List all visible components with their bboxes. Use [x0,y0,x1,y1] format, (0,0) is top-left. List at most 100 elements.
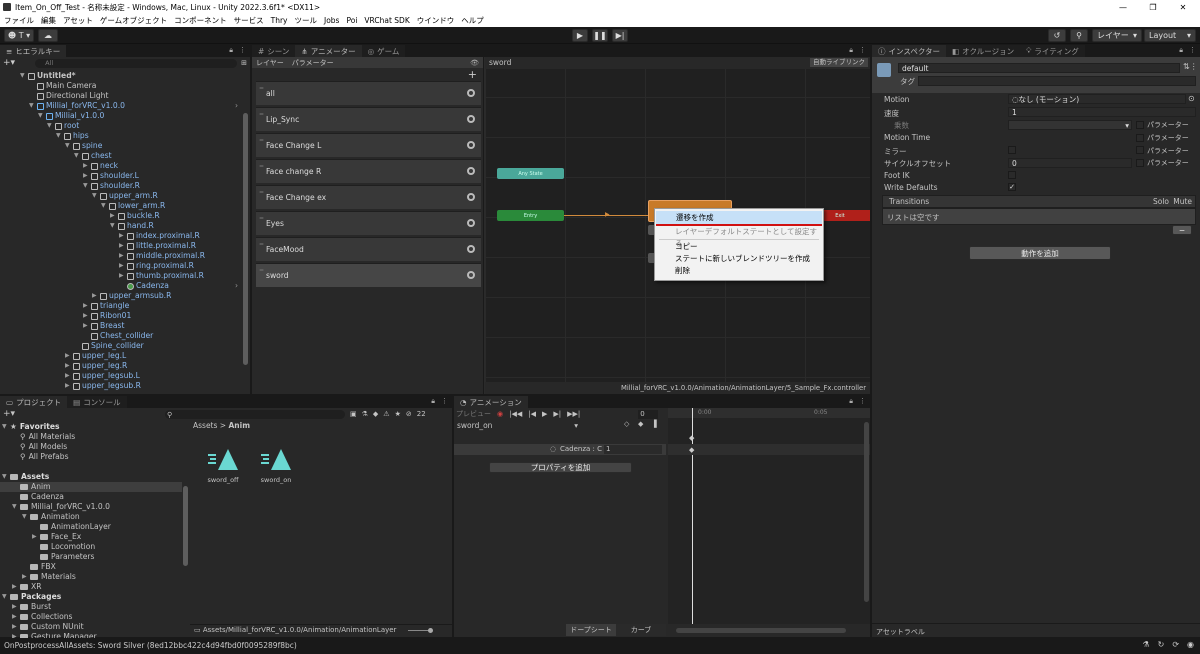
project-tree-item[interactable]: ▼ Animation [0,512,182,522]
caret-right-icon[interactable]: ▶ [119,231,127,241]
timeline-ruler[interactable]: 0:00 0:05 [668,408,870,418]
timeline-hscroll[interactable] [676,628,846,633]
last-key-icon[interactable]: ▶▶| [567,410,580,418]
hierarchy-item[interactable]: ▶ upper_legsub.L [0,371,250,381]
layer-item[interactable]: = sword [256,263,481,287]
search-icon[interactable]: ⚲ [1070,29,1088,42]
first-key-icon[interactable]: |◀◀ [509,410,522,418]
caret-down-icon[interactable]: ▼ [74,151,82,161]
menu-item-5[interactable]: サービス [234,15,264,26]
tab-console[interactable]: ▤ コンソール [67,396,127,408]
project-tree-item[interactable]: ▶ Collections [0,612,182,622]
layer-item[interactable]: = Face change R [256,159,481,183]
type-filter-icon[interactable]: ⚗ [362,410,368,418]
caret-down-icon[interactable]: ▼ [110,221,118,231]
hierarchy-item[interactable]: ▶ upper_leg.R [0,361,250,371]
menu-item-12[interactable]: ヘルプ [461,15,484,26]
project-tree-item[interactable]: ▶ Custom NUnit [0,622,182,632]
caret-down-icon[interactable]: ▼ [38,111,46,121]
pause-icon[interactable]: ❚❚ [592,29,608,42]
caret-down-icon[interactable]: ▼ [92,191,100,201]
next-key-icon[interactable]: ▶| [553,410,561,418]
caret-down-icon[interactable]: ▼ [12,502,20,512]
tab-inspector[interactable]: ⓘ インスペクター [872,45,947,57]
project-tree-item[interactable]: ⚲ All Materials [0,432,182,442]
project-tree-scrollbar[interactable] [183,486,188,566]
tab-game[interactable]: ◎ ゲーム [361,45,406,57]
tab-scene[interactable]: # シーン [252,45,296,57]
keyframe-icon[interactable]: ◆ [689,434,694,442]
tab-project[interactable]: ▭ プロジェクト [0,396,68,408]
scene-icon[interactable]: ▣ [350,410,357,418]
hierarchy-item[interactable]: ▶ Ribon01 [0,311,250,321]
curves-button[interactable]: カーブ [616,624,666,636]
cycle-param-checkbox[interactable] [1136,159,1144,167]
caret-right-icon[interactable]: ▶ [119,241,127,251]
project-tree-item[interactable]: ⚲ All Prefabs [0,452,182,462]
menu-item-11[interactable]: ウインドウ [417,15,455,26]
project-tree-item[interactable]: ⚲ All Models [0,442,182,452]
cloud-icon[interactable]: ☁ [38,29,58,42]
menu-item-10[interactable]: VRChat SDK [364,16,409,25]
write-defaults-checkbox[interactable]: ✓ [1008,183,1016,191]
project-tree-header[interactable]: ▼ Assets [0,472,182,482]
caret-right-icon[interactable]: ▶ [65,381,73,391]
hierarchy-item[interactable]: ▼ hand.R [0,221,250,231]
play-icon[interactable]: ▶ [542,410,547,418]
entry-node[interactable]: Entry [497,210,564,221]
hierarchy-item[interactable]: ▶ upper_armsub.R [0,291,250,301]
menu-item-2[interactable]: アセット [63,15,93,26]
hierarchy-item[interactable]: ▶ thumb.proximal.R [0,271,250,281]
preview-button[interactable]: プレビュー [456,409,491,419]
caret-right-icon[interactable]: ▶ [119,271,127,281]
drag-handle-icon[interactable]: = [259,267,264,274]
star-icon[interactable]: ★ [395,410,401,418]
menu-item-set-default[interactable]: レイヤーデフォルトステートとして設定する [655,226,823,248]
tab-hierarchy[interactable]: ≡ ヒエラルキー [0,45,67,57]
menu-item-9[interactable]: Poi [346,16,357,25]
caret-right-icon[interactable]: ▶ [83,301,91,311]
tab-layers[interactable]: レイヤー [256,58,284,68]
hierarchy-item[interactable]: ▶ upper_legsub.R [0,381,250,391]
layer-item[interactable]: = Lip_Sync [256,107,481,131]
tag-field[interactable] [918,76,1196,86]
property-value-field[interactable]: 1 [604,445,662,454]
caret-right-icon[interactable]: ▶ [32,532,40,542]
hierarchy-item[interactable]: ▶ index.proximal.R [0,231,250,241]
gear-icon[interactable] [467,115,475,123]
menu-item-8[interactable]: Jobs [324,16,339,25]
caret-down-icon[interactable]: ▼ [47,121,55,131]
project-tree-header[interactable]: ▼ ★ Favorites [0,422,182,432]
caret-right-icon[interactable]: ▶ [12,612,20,622]
layers-dropdown[interactable]: レイヤー ▾ [1092,29,1142,42]
maximize-icon[interactable]: ❐ [1138,0,1168,14]
gear-icon[interactable] [467,141,475,149]
hierarchy-item[interactable]: Cadenza › [0,281,250,291]
timeline-vscroll[interactable] [864,422,869,602]
property-row[interactable]: ◌ Cadenza : C 1 [454,444,666,455]
motion-time-param-checkbox[interactable] [1136,134,1144,142]
clip-dropdown[interactable]: sword_on ▾ [455,421,580,431]
add-behaviour-button[interactable]: 動作を追加 [969,246,1111,260]
caret-down-icon[interactable]: ▼ [56,131,64,141]
caret-right-icon[interactable]: ▶ [12,622,20,632]
hierarchy-item[interactable]: ▼ root [0,121,250,131]
drag-handle-icon[interactable]: = [259,189,264,196]
caret-right-icon[interactable]: ▶ [12,602,20,612]
cycle-offset-field[interactable]: 0 [1008,158,1132,168]
caret-right-icon[interactable]: ▶ [65,371,73,381]
caret-down-icon[interactable]: ▼ [20,71,28,81]
hierarchy-item[interactable]: Spine_collider [0,341,250,351]
caret-right-icon[interactable]: ▶ [65,351,73,361]
tab-parameters[interactable]: パラメーター [292,58,334,68]
drag-handle-icon[interactable]: = [259,215,264,222]
hierarchy-item[interactable]: ▶ neck [0,161,250,171]
caret-down-icon[interactable]: ▼ [22,512,30,522]
hierarchy-item[interactable]: ▼ Untitled* [0,71,250,81]
gear-icon[interactable] [467,89,475,97]
add-layer-icon[interactable]: + [468,68,477,81]
drag-handle-icon[interactable]: = [259,137,264,144]
create-icon[interactable]: +▾ [3,409,15,419]
gear-icon[interactable] [467,245,475,253]
menu-item-copy[interactable]: コピー [655,241,823,253]
